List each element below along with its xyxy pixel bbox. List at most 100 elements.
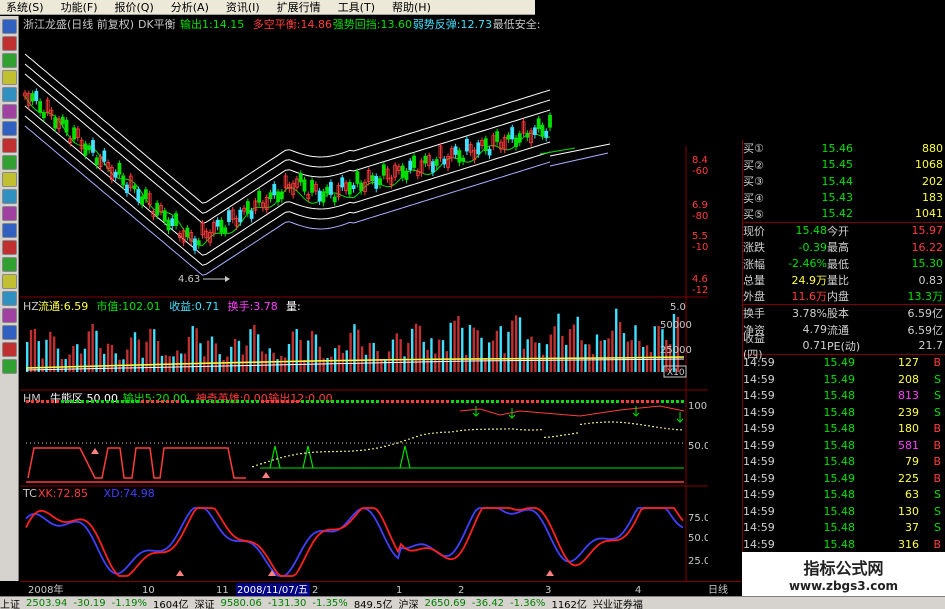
status-item: 9580.06 [220,597,262,609]
scale-icon[interactable] [1,155,17,170]
chart-canvas[interactable]: 浙江龙盛(日线 前复权) DK平衡 输出1:14.15 多空平衡:14.86 强势回… [20,16,708,581]
volume-bar [245,345,248,372]
pen-icon[interactable] [1,257,17,272]
indicator-label: 多空平衡:14.86 [253,17,332,31]
hm-status-dot [106,400,109,403]
hm-status-dot [506,400,509,403]
tick-row: 14:59 15.48 180 B [743,421,945,438]
volume-bar [60,359,64,372]
hm-status-dot [306,400,309,403]
menu-tools[interactable]: 工具(T) [338,0,375,15]
tick-direction: S [934,504,941,518]
stat-row: 涨幅 -2.46% 最低 15.30 [743,256,945,273]
status-item: 2503.94 [26,597,68,609]
stat-value: -2.46% [788,257,827,271]
price-tick: 4.63 [692,274,708,285]
stat-value: 6.59亿 [907,323,944,337]
tools-icon[interactable] [1,308,17,323]
book-icon[interactable] [1,172,17,187]
candle-body [483,138,488,152]
map-icon[interactable] [1,223,17,238]
pct-tick: -100% [692,242,708,253]
filter-icon[interactable] [1,104,17,119]
money-icon[interactable] [1,274,17,289]
stat-row: 涨跌 -0.39 最高 16.22 [743,239,945,256]
people-icon[interactable] [1,138,17,153]
volume-bar [430,338,433,372]
hm-status-dot [351,400,354,403]
candle-body [38,101,43,113]
volume-bar [337,345,341,372]
grid-icon[interactable] [1,53,17,68]
doc-icon[interactable] [1,189,17,204]
volume-bar [553,326,556,372]
menu-analysis[interactable]: 分析(A) [171,0,209,15]
hm-status-dot [406,400,409,403]
menu-help[interactable]: 帮助(H) [392,0,431,15]
site-watermark: 指标公式网 www.zbgs3.com [742,552,945,596]
f10-icon[interactable] [1,240,17,255]
volume-bar [380,359,383,372]
candle-body [185,227,190,237]
tick-time: 14:59 [743,405,775,419]
hm-status-dot [481,400,484,403]
menu-system[interactable]: 系统(S) [6,0,44,15]
vol-right-tag: 5.0 [670,302,686,313]
candle-body [540,124,545,137]
menu-info[interactable]: 资讯(I) [226,0,260,15]
wrench-icon[interactable] [1,291,17,306]
indicator-label: XD:74.98 [104,487,155,500]
stock-terminal-window: 系统(S) 功能(F) 报价(Q) 分析(A) 资讯(I) 扩展行情 工具(T)… [0,0,945,609]
menu-quote[interactable]: 报价(Q) [115,0,154,15]
calc-icon[interactable] [1,206,17,221]
hm-status-dot [296,400,299,403]
hm-status-dot [441,400,444,403]
hm-status-dot [421,400,424,403]
volume-bar [457,316,460,372]
hm-status-dot [636,400,639,403]
hm-status-dot [341,400,344,403]
candle-body [94,157,99,166]
list-icon[interactable] [1,36,17,51]
move-icon[interactable] [1,325,17,340]
hm-status-dot [121,400,124,403]
tick-volume: 208 [898,372,919,386]
down-arrow-icon[interactable] [1,359,17,374]
chart-icon[interactable] [1,19,17,34]
hm-status-dot [326,400,329,403]
stat-value: 15.48 [795,224,828,238]
candle-body [370,175,375,182]
hm-status-dot [416,400,419,403]
main-indicator-labels: 输出1:14.15 多空平衡:14.86 强势回挡:13.60 弱势反弹:12.73 最… [180,17,541,31]
tick-row: 14:59 15.48 79 B [743,454,945,471]
hm-status-dot [546,400,549,403]
candle-body [351,185,356,190]
volume-bar [164,355,167,372]
globe-icon[interactable] [1,121,17,136]
candle-body [34,90,39,101]
up-arrow-icon[interactable] [1,342,17,357]
hm-status-dot [491,400,494,403]
volume-bar [476,330,479,372]
volume-bar [395,333,398,372]
period-label[interactable]: 日线 [708,583,728,596]
stat-value: 4.79 [802,323,828,337]
hm-status-dot [336,400,339,403]
bid-label: 买③ [743,175,764,189]
menu-function[interactable]: 功能(F) [61,0,98,15]
candle-icon[interactable] [1,70,17,85]
price-tick: 5.53 [692,231,708,242]
stat-label: 股本 [827,307,849,321]
menu-extended[interactable]: 扩展行情 [277,0,321,15]
volume-bar [33,328,37,372]
tc-labels: XK:72.85 XD:74.98 [38,487,155,500]
tick-row: 14:59 15.48 239 S [743,404,945,421]
stat-label: 总量 [743,274,765,288]
hm-status-dot [71,400,74,403]
candle-body [381,164,386,176]
chart-area[interactable]: 浙江龙盛(日线 前复权) DK平衡 输出1:14.15 多空平衡:14.86 强势回… [20,16,708,581]
candle-body [310,180,314,193]
news-icon[interactable] [1,87,17,102]
band-line-4 [24,115,551,266]
stat-value: 11.6万 [791,290,828,304]
